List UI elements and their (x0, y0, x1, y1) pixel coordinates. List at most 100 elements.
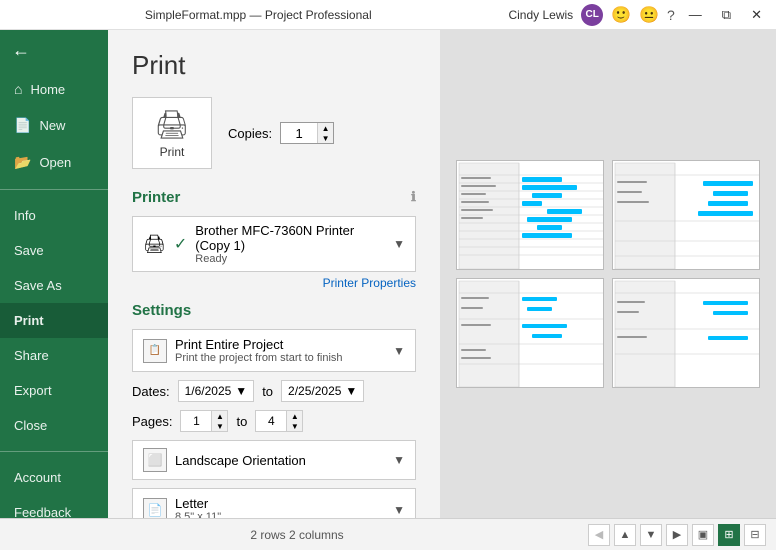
print-copies-area: 🖨 Print Copies: ▲ ▼ (132, 97, 416, 169)
up-page-button[interactable]: ▲ (614, 524, 636, 546)
sidebar-item-feedback[interactable]: Feedback (0, 495, 108, 518)
down-page-button[interactable]: ▼ (640, 524, 662, 546)
printer-section-title: Printer ℹ (132, 189, 416, 206)
titlebar-title: SimpleFormat.mpp — Project Professional (8, 8, 508, 22)
orientation-text: Landscape Orientation (175, 453, 385, 468)
printer-status: Ready (195, 253, 385, 265)
orientation-main: Landscape Orientation (175, 453, 385, 468)
sidebar-item-home[interactable]: ⌂ Home (0, 71, 108, 107)
date-to-label: to (262, 384, 273, 399)
bottom-bar: 2 rows 2 columns ◀ ▲ ▼ ▶ ▣ ⊞ ⊟ (0, 518, 776, 550)
sidebar-bottom: Account Feedback Options (0, 460, 108, 518)
copies-area: Copies: ▲ ▼ (228, 122, 334, 144)
page-to-input[interactable] (256, 412, 286, 430)
copies-up-button[interactable]: ▲ (317, 123, 333, 133)
date-to-select[interactable]: 2/25/2025 ▼ (281, 380, 364, 402)
date-from-value: 1/6/2025 (185, 384, 232, 398)
sidebar-label-new: New (39, 118, 65, 133)
sidebar-label-export: Export (14, 383, 52, 398)
back-button[interactable]: ← (0, 30, 108, 71)
page-to-down[interactable]: ▼ (286, 421, 302, 431)
copies-down-button[interactable]: ▼ (317, 133, 333, 143)
minimize-button[interactable]: — (683, 5, 708, 24)
view-single-button[interactable]: ▣ (692, 524, 714, 546)
info-icon[interactable]: ℹ (411, 189, 416, 205)
paper-text: Letter 8.5" x 11" (175, 496, 385, 518)
open-icon: 📂 (14, 154, 31, 171)
paper-main: Letter (175, 496, 385, 511)
sidebar-item-export[interactable]: Export (0, 373, 108, 408)
paper-sub: 8.5" x 11" (175, 511, 385, 518)
print-scope-setting[interactable]: 📋 Print Entire Project Print the project… (132, 329, 416, 372)
copies-input[interactable] (281, 124, 317, 143)
scope-main: Print Entire Project (175, 337, 385, 352)
copies-label: Copies: (228, 126, 272, 141)
sidebar-item-save[interactable]: Save (0, 233, 108, 268)
date-from-select[interactable]: 1/6/2025 ▼ (178, 380, 255, 402)
sidebar-label-share: Share (14, 348, 49, 363)
sidebar-item-account[interactable]: Account (0, 460, 108, 495)
printer-check-icon: ✓ (174, 234, 187, 254)
printer-dropdown-arrow: ▼ (393, 237, 405, 251)
page-to-up[interactable]: ▲ (286, 411, 302, 421)
back-icon: ← (12, 40, 30, 61)
paper-setting[interactable]: 📄 Letter 8.5" x 11" ▼ (132, 488, 416, 518)
app-name: Project Professional (265, 8, 372, 22)
sidebar-item-close[interactable]: Close (0, 408, 108, 443)
date-from-arrow: ▼ (235, 384, 247, 398)
sidebar-divider-2 (0, 451, 108, 452)
sidebar: ← ⌂ Home 📄 New 📂 Open Info Save (0, 30, 108, 518)
preview-area (440, 30, 776, 518)
printer-selector[interactable]: 🖨 ✓ Brother MFC-7360N Printer (Copy 1) R… (132, 216, 416, 272)
view-fit-button[interactable]: ⊟ (744, 524, 766, 546)
orientation-icon: ⬜ (143, 448, 167, 472)
print-button-label: Print (160, 145, 185, 159)
help-icon[interactable]: ? (667, 7, 675, 23)
orientation-dropdown-arrow: ▼ (393, 453, 405, 467)
page-from-input[interactable] (181, 412, 211, 430)
titlebar: SimpleFormat.mpp — Project Professional … (0, 0, 776, 30)
sidebar-item-share[interactable]: Share (0, 338, 108, 373)
scope-text: Print Entire Project Print the project f… (175, 337, 385, 364)
sidebar-label-save: Save (14, 243, 44, 258)
pages-label: Pages: (132, 414, 172, 429)
close-button[interactable]: ✕ (745, 5, 768, 25)
sidebar-divider-1 (0, 189, 108, 190)
view-grid-button[interactable]: ⊞ (718, 524, 740, 546)
sidebar-item-new[interactable]: 📄 New (0, 107, 108, 144)
sidebar-label-close: Close (14, 418, 47, 433)
next-page-button[interactable]: ▶ (666, 524, 688, 546)
sidebar-item-saveas[interactable]: Save As (0, 268, 108, 303)
print-panel: Print 🖨 Print Copies: ▲ ▼ (108, 30, 440, 518)
page-info-text: 2 rows 2 columns (10, 528, 584, 542)
prev-page-button[interactable]: ◀ (588, 524, 610, 546)
printer-properties-link[interactable]: Printer Properties (132, 276, 416, 290)
page-to-spinner: ▲ ▼ (286, 411, 302, 431)
sidebar-label-info: Info (14, 208, 36, 223)
sidebar-label-feedback: Feedback (14, 505, 71, 518)
avatar: CL (581, 4, 603, 26)
date-to-value: 2/25/2025 (288, 384, 341, 398)
page-from-up[interactable]: ▲ (211, 411, 227, 421)
paper-icon: 📄 (143, 498, 167, 519)
printer-name: Brother MFC-7360N Printer (Copy 1) (195, 223, 385, 253)
main-layout: ← ⌂ Home 📄 New 📂 Open Info Save (0, 30, 776, 518)
preview-grid (440, 144, 776, 404)
page-from-spinner: ▲ ▼ (211, 411, 227, 431)
restore-button[interactable]: ⧉ (716, 5, 737, 25)
sidebar-label-home: Home (30, 82, 65, 97)
sidebar-nav: ⌂ Home 📄 New 📂 Open Info Save Save As (0, 71, 108, 443)
sidebar-label-saveas: Save As (14, 278, 62, 293)
smiley-icon[interactable]: 🙂 (611, 5, 631, 25)
page-from-down[interactable]: ▼ (211, 421, 227, 431)
sidebar-item-info[interactable]: Info (0, 198, 108, 233)
home-icon: ⌂ (14, 81, 22, 97)
print-button[interactable]: 🖨 Print (132, 97, 212, 169)
scope-dropdown-arrow: ▼ (393, 344, 405, 358)
warning-icon[interactable]: 😐 (639, 5, 659, 25)
copies-spinner: ▲ ▼ (317, 123, 333, 143)
scope-sub: Print the project from start to finish (175, 352, 385, 364)
sidebar-item-open[interactable]: 📂 Open (0, 144, 108, 181)
sidebar-item-print[interactable]: Print (0, 303, 108, 338)
orientation-setting[interactable]: ⬜ Landscape Orientation ▼ (132, 440, 416, 480)
